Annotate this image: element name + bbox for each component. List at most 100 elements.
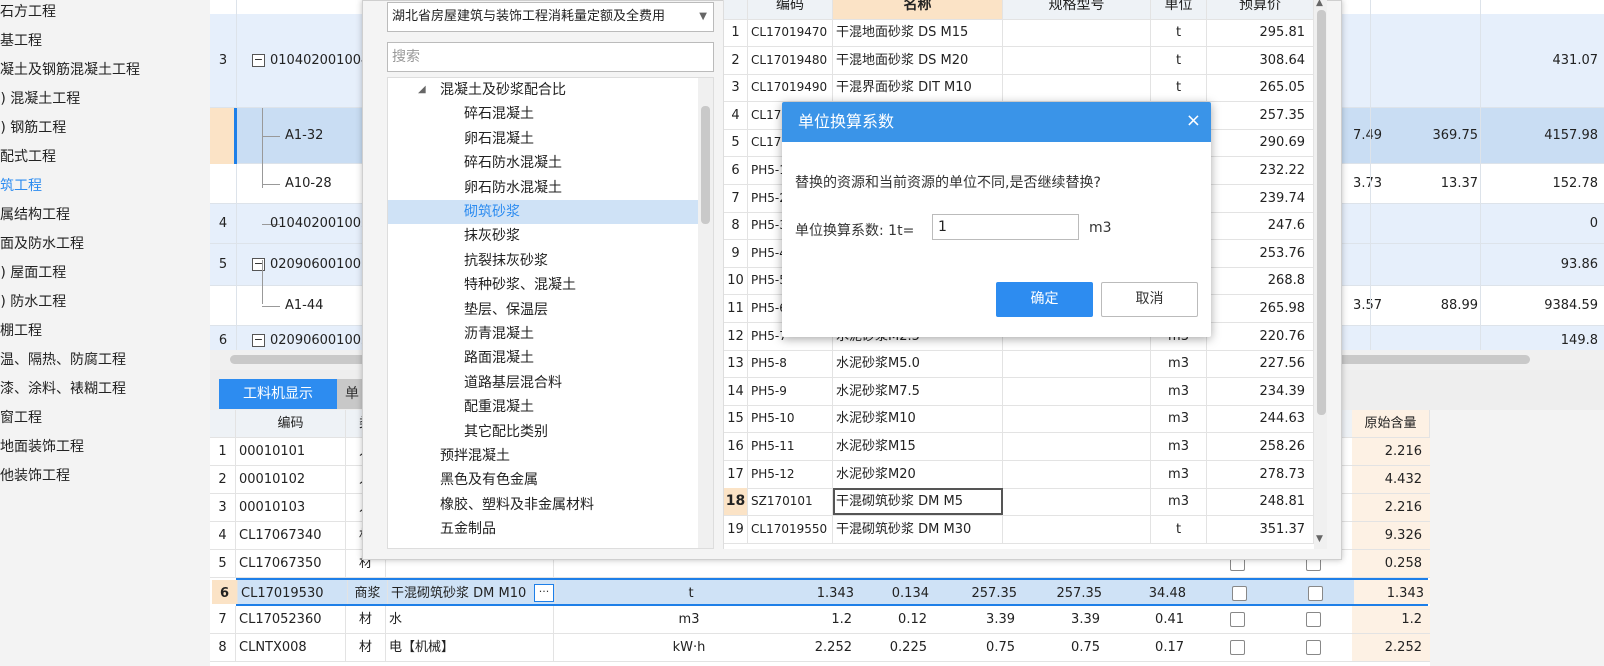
left-tree-item[interactable]: 土石方工程 (0, 0, 56, 29)
cell-c4: 3.39 (1071, 612, 1100, 627)
checkbox[interactable] (1230, 640, 1245, 655)
header-code[interactable]: 编码 (236, 410, 346, 437)
row-number: 5 (724, 129, 748, 157)
conversion-factor-input[interactable]: 1 (932, 214, 1079, 240)
table-row[interactable]: 16 PH5-11 水泥砂浆M15 m3 258.26 (724, 433, 1314, 461)
category-item[interactable]: 抗裂抹灰砂浆 (388, 249, 698, 273)
checkbox[interactable] (1308, 586, 1323, 601)
category-item[interactable]: ◢ 混凝土及砂浆配合比 (388, 78, 698, 102)
cell-spec (1003, 74, 1151, 102)
left-tree-item[interactable]: 门窗工程 (0, 406, 42, 435)
left-tree-item[interactable]: 装配式工程 (0, 145, 56, 174)
table-row[interactable]: 17 PH5-12 水泥砂浆M20 m3 278.73 (724, 460, 1314, 489)
category-item[interactable]: 道路基层混合料 (388, 371, 698, 395)
collapse-icon[interactable]: − (252, 334, 265, 347)
category-item[interactable]: 卵石混凝土 (388, 127, 698, 151)
cell-unit: t (688, 586, 694, 601)
category-item[interactable]: 预拌混凝土 (388, 444, 698, 468)
row-number: 1 (210, 438, 236, 465)
checkbox[interactable] (1306, 640, 1321, 655)
category-item[interactable]: 橡胶、塑料及非金属材料 (388, 493, 698, 517)
scrollbar-thumb[interactable] (701, 106, 710, 224)
grid-divider (236, 0, 237, 356)
category-item[interactable]: 砌筑砂浆 (388, 200, 698, 224)
table-row[interactable]: 3 CL17019490 干混界面砂浆 DIT M10 t 265.05 (724, 74, 1314, 103)
left-tree-item[interactable]: (1) 屋面工程 (0, 261, 66, 290)
cell-code: CL17019490 (748, 74, 833, 102)
scrollbar-thumb[interactable] (1317, 10, 1326, 415)
category-item[interactable]: 特种砂浆、混凝土 (388, 273, 698, 297)
table-row[interactable]: 15 PH5-10 水泥砂浆M10 m3 244.63 (724, 405, 1314, 434)
expand-triangle-icon[interactable]: ◢ (418, 78, 426, 102)
category-item[interactable]: 路面混凝土 (388, 346, 698, 370)
category-item[interactable]: 五金制品 (388, 517, 698, 541)
left-tree-item[interactable]: 金属结构工程 (0, 203, 70, 232)
search-input[interactable]: 搜索 (387, 42, 714, 72)
close-icon[interactable]: × (1186, 102, 1201, 140)
category-item[interactable]: 碎石混凝土 (388, 102, 698, 126)
cell-c4: 257.35 (1056, 586, 1103, 601)
row-selection-marker (234, 108, 237, 164)
table-row[interactable]: 2 CL17019480 干混地面砂浆 DS M20 t 308.64 (724, 46, 1314, 75)
checkbox[interactable] (1306, 612, 1321, 627)
left-tree-item[interactable]: 其他装饰工程 (0, 464, 70, 493)
category-item[interactable]: 其它配比类别 (388, 420, 698, 444)
left-tree-item[interactable]: 屋面及防水工程 (0, 232, 84, 261)
cell-c1: 1.2 (831, 612, 852, 627)
category-item[interactable]: 沥青混凝土 (388, 322, 698, 346)
table-row[interactable]: 14 PH5-9 水泥砂浆M7.5 m3 234.39 (724, 377, 1314, 406)
left-tree-item[interactable]: 地基工程 (0, 29, 42, 58)
collapse-icon[interactable]: − (252, 54, 265, 67)
more-options-icon[interactable]: ··· (534, 584, 554, 602)
cell-orig: 1.2 (1352, 606, 1430, 633)
left-tree-item[interactable]: (1) 混凝土工程 (0, 87, 80, 116)
left-tree-item[interactable]: 天棚工程 (0, 319, 42, 348)
header-original-quantity[interactable]: 原始含量 (1352, 410, 1430, 437)
table-row[interactable]: 6 CL17019530 商浆 干混砌筑砂浆 DM M10 t 1.343 0.134 257… (212, 578, 1430, 606)
category-item[interactable]: 配重混凝土 (388, 395, 698, 419)
dialog-message: 替换的资源和当前资源的单位不同,是否继续替换? (795, 175, 1101, 191)
table-row[interactable]: 13 PH5-8 水泥砂浆M5.0 m3 227.56 (724, 350, 1314, 379)
cell-name: 干混界面砂浆 DIT M10 (833, 74, 1003, 102)
cell-c2: 0.12 (898, 612, 927, 627)
left-tree-item[interactable]: (2) 防水工程 (0, 290, 66, 319)
scroll-up-icon[interactable]: ▲ (1316, 0, 1323, 8)
ok-button[interactable]: 确定 (996, 282, 1093, 317)
category-label: 混凝土及砂浆配合比 (440, 82, 566, 98)
left-tree-item[interactable]: 保温、隔热、防腐工程 (0, 348, 126, 377)
header-price[interactable]: 预算价 (1207, 0, 1314, 19)
library-select[interactable]: 湖北省房屋建筑与装饰工程消耗量定额及全费用 ▼ (387, 2, 714, 32)
tab-material-machine[interactable]: 工料机显示 (219, 379, 337, 409)
category-item[interactable]: 卵石防水混凝土 (388, 176, 698, 200)
header-name[interactable]: 名称 (833, 0, 1003, 19)
left-tree-item[interactable]: 砌筑工程 (0, 174, 42, 203)
header-code[interactable]: 编码 (748, 0, 833, 19)
left-tree-item[interactable]: (2) 钢筋工程 (0, 116, 66, 145)
scroll-down-icon[interactable]: ▼ (1316, 534, 1323, 544)
grid-divider (1370, 0, 1371, 356)
resource-table-scrollbar[interactable]: ▲ ▼ (1314, 0, 1327, 549)
checkbox[interactable] (1232, 586, 1247, 601)
row-number: 16 (724, 433, 748, 460)
left-tree-item[interactable]: 楼地面装饰工程 (0, 435, 84, 464)
category-item[interactable]: 抹灰砂浆 (388, 224, 698, 248)
left-tree-item[interactable]: 油漆、涂料、裱糊工程 (0, 377, 126, 406)
left-tree-item[interactable]: 混凝土及钢筋混凝土工程 (0, 58, 140, 87)
table-row[interactable]: 18 SZ170101 干混砌筑砂浆 DM M5 m3 248.81 (724, 488, 1314, 517)
row-number: 6 (212, 580, 238, 604)
table-row[interactable]: 7 CL17052360 材水 m3 1.2 0.12 3.39 3.39 0.41 1.2 (210, 606, 1430, 634)
cell-code: 00010101 (236, 438, 346, 465)
header-spec[interactable]: 规格型号 (1003, 0, 1151, 19)
category-item[interactable]: 垫层、保温层 (388, 298, 698, 322)
table-row[interactable]: 8 CLNTX008 材电【机械】 kW·h 2.252 0.225 0.75 0.75 0.1… (210, 634, 1430, 662)
table-row[interactable]: 1 CL17019470 干混地面砂浆 DS M15 t 295.81 (724, 19, 1314, 47)
collapse-icon[interactable]: − (252, 258, 265, 271)
category-item[interactable]: 碎石防水混凝土 (388, 151, 698, 175)
category-item[interactable]: 黑色及有色金属 (388, 468, 698, 492)
category-tree-scrollbar[interactable] (698, 78, 713, 548)
checkbox[interactable] (1230, 612, 1245, 627)
header-unit[interactable]: 单位 (1151, 0, 1207, 19)
header-num[interactable] (724, 0, 748, 19)
table-row[interactable]: 19 CL17019550 干混砌筑砂浆 DM M30 t 351.37 (724, 515, 1314, 544)
cancel-button[interactable]: 取消 (1101, 282, 1198, 317)
